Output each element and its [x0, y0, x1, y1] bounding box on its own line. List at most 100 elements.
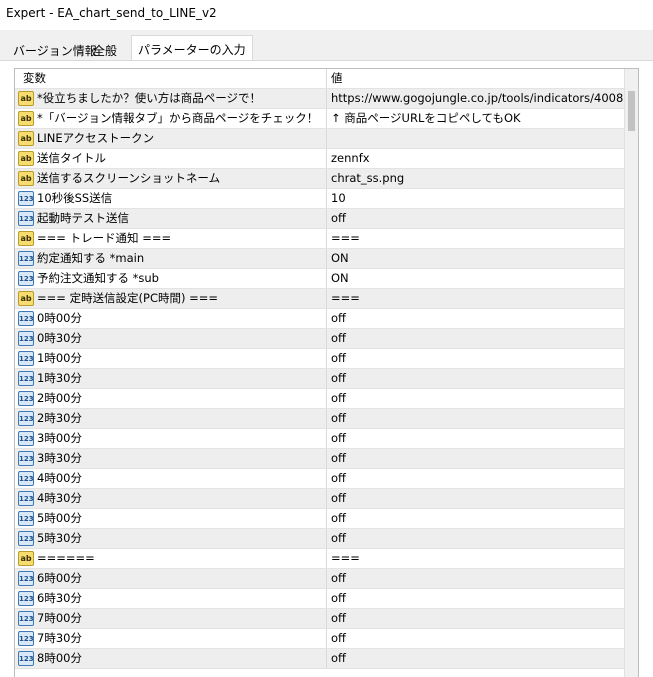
table-row[interactable]: 123 3時30分 off [15, 449, 638, 469]
table-row[interactable]: 123 5時00分 off [15, 509, 638, 529]
parameter-name-cell[interactable]: 123 3時30分 [15, 449, 327, 468]
table-row[interactable]: 123 4時30分 off [15, 489, 638, 509]
table-row[interactable]: 123 6時30分 off [15, 589, 638, 609]
table-row[interactable]: ab ====== === [15, 549, 638, 569]
parameter-name-cell[interactable]: 123 0時30分 [15, 329, 327, 348]
parameter-value[interactable]: off [328, 429, 638, 448]
table-row[interactable]: 123 1時00分 off [15, 349, 638, 369]
parameter-value[interactable]: off [328, 209, 638, 228]
parameter-value[interactable]: off [328, 569, 638, 588]
parameter-name-cell[interactable]: 123 5時30分 [15, 529, 327, 548]
table-row[interactable]: 123 7時00分 off [15, 609, 638, 629]
parameter-name-cell[interactable]: 123 6時30分 [15, 589, 327, 608]
parameter-name-cell[interactable]: 123 0時00分 [15, 309, 327, 328]
parameter-value[interactable]: === [328, 289, 638, 308]
parameter-value[interactable]: off [328, 449, 638, 468]
parameter-value[interactable]: 10 [328, 189, 638, 208]
parameter-name: 約定通知する *main [37, 251, 145, 265]
table-row[interactable]: 123 2時30分 off [15, 409, 638, 429]
table-row[interactable]: ab === 定時送信設定(PC時間) === === [15, 289, 638, 309]
parameter-value[interactable]: off [328, 389, 638, 408]
parameter-name-cell[interactable]: 123 予約注文通知する *sub [15, 269, 327, 288]
column-header-variable[interactable]: 変数 [15, 69, 327, 88]
scrollbar-thumb[interactable] [628, 91, 635, 131]
parameter-name-cell[interactable]: ab LINEアクセストークン [15, 129, 327, 148]
tab-input-parameters[interactable]: パラメーターの入力 [131, 35, 253, 63]
parameter-name-cell[interactable]: 123 10秒後SS送信 [15, 189, 327, 208]
table-row[interactable]: 123 0時30分 off [15, 329, 638, 349]
tab-general[interactable]: 全般 [86, 38, 124, 62]
parameter-name-cell[interactable]: 123 4時00分 [15, 469, 327, 488]
parameter-value[interactable]: off [328, 329, 638, 348]
table-row[interactable]: 123 3時00分 off [15, 429, 638, 449]
parameter-name-cell[interactable]: ab === 定時送信設定(PC時間) === [15, 289, 327, 308]
parameter-name-cell[interactable]: ab 送信タイトル [15, 149, 327, 168]
parameter-name-cell[interactable]: 123 8時00分 [15, 649, 327, 668]
table-row[interactable]: 123 起動時テスト送信 off [15, 209, 638, 229]
parameter-value[interactable]: off [328, 609, 638, 628]
table-row[interactable]: ab === トレード通知 === === [15, 229, 638, 249]
number-type-icon: 123 [18, 351, 34, 366]
parameter-name-cell[interactable]: 123 起動時テスト送信 [15, 209, 327, 228]
number-type-icon: 123 [18, 211, 34, 226]
parameter-value[interactable]: off [328, 309, 638, 328]
table-row[interactable]: ab *「バージョン情報タブ」から商品ページをチェック！ ↑ 商品ページURLをコピ… [15, 109, 638, 129]
parameter-value[interactable]: off [328, 529, 638, 548]
table-row[interactable]: 123 0時00分 off [15, 309, 638, 329]
parameter-name-cell[interactable]: 123 7時00分 [15, 609, 327, 628]
table-row[interactable]: 123 7時30分 off [15, 629, 638, 649]
table-row[interactable]: 123 1時30分 off [15, 369, 638, 389]
table-row[interactable]: 123 2時00分 off [15, 389, 638, 409]
parameter-name-cell[interactable]: ab ====== [15, 549, 327, 568]
number-type-icon: 123 [18, 651, 34, 666]
parameter-value[interactable]: ON [328, 249, 638, 268]
parameter-value[interactable]: off [328, 469, 638, 488]
parameter-value[interactable]: === [328, 229, 638, 248]
parameter-name-cell[interactable]: 123 7時30分 [15, 629, 327, 648]
parameter-name-cell[interactable]: ab 送信するスクリーンショットネーム [15, 169, 327, 188]
parameter-value[interactable]: zennfx [328, 149, 638, 168]
parameter-value[interactable]: https://www.gogojungle.co.jp/tools/indic… [328, 89, 638, 108]
parameter-name-cell[interactable]: ab *「バージョン情報タブ」から商品ページをチェック！ [15, 109, 327, 128]
vertical-scrollbar[interactable] [624, 69, 638, 677]
parameter-name-cell[interactable]: 123 5時00分 [15, 509, 327, 528]
table-row[interactable]: ab 送信タイトル zennfx [15, 149, 638, 169]
parameter-value[interactable]: === [328, 549, 638, 568]
parameter-value[interactable]: ON [328, 269, 638, 288]
parameter-name-cell[interactable]: 123 2時00分 [15, 389, 327, 408]
table-row[interactable]: ab LINEアクセストークン [15, 129, 638, 149]
parameter-value[interactable]: off [328, 629, 638, 648]
number-type-icon: 123 [18, 571, 34, 586]
parameter-name-cell[interactable]: 123 3時00分 [15, 429, 327, 448]
table-row[interactable]: 123 6時00分 off [15, 569, 638, 589]
parameter-value[interactable]: off [328, 409, 638, 428]
table-row[interactable]: 123 5時30分 off [15, 529, 638, 549]
parameter-value[interactable]: ↑ 商品ページURLをコピペしてもOK [328, 109, 638, 128]
parameter-value[interactable]: off [328, 589, 638, 608]
parameter-value[interactable]: chrat_ss.png [328, 169, 638, 188]
parameter-value[interactable]: off [328, 489, 638, 508]
parameter-value[interactable]: off [328, 509, 638, 528]
parameter-value[interactable]: off [328, 349, 638, 368]
table-row[interactable]: 123 予約注文通知する *sub ON [15, 269, 638, 289]
parameter-name-cell[interactable]: 123 1時30分 [15, 369, 327, 388]
table-row[interactable]: ab 送信するスクリーンショットネーム chrat_ss.png [15, 169, 638, 189]
table-row[interactable]: 123 8時00分 off [15, 649, 638, 669]
parameter-name: 2時00分 [37, 391, 82, 405]
table-row[interactable]: 123 約定通知する *main ON [15, 249, 638, 269]
table-row[interactable]: 123 4時00分 off [15, 469, 638, 489]
table-row[interactable]: ab *役立ちましたか？使い方は商品ページで！ https://www.gogoju… [15, 89, 638, 109]
parameter-name-cell[interactable]: 123 約定通知する *main [15, 249, 327, 268]
number-type-icon: 123 [18, 191, 34, 206]
column-header-value[interactable]: 値 [328, 69, 638, 88]
parameter-name-cell[interactable]: 123 6時00分 [15, 569, 327, 588]
parameter-value[interactable] [328, 129, 638, 148]
table-row[interactable]: 123 10秒後SS送信 10 [15, 189, 638, 209]
parameter-value[interactable]: off [328, 369, 638, 388]
parameter-value[interactable]: off [328, 649, 638, 668]
parameter-name-cell[interactable]: 123 2時30分 [15, 409, 327, 428]
parameter-name-cell[interactable]: 123 1時00分 [15, 349, 327, 368]
parameter-name-cell[interactable]: ab *役立ちましたか？使い方は商品ページで！ [15, 89, 327, 108]
parameter-name-cell[interactable]: 123 4時30分 [15, 489, 327, 508]
parameter-name-cell[interactable]: ab === トレード通知 === [15, 229, 327, 248]
